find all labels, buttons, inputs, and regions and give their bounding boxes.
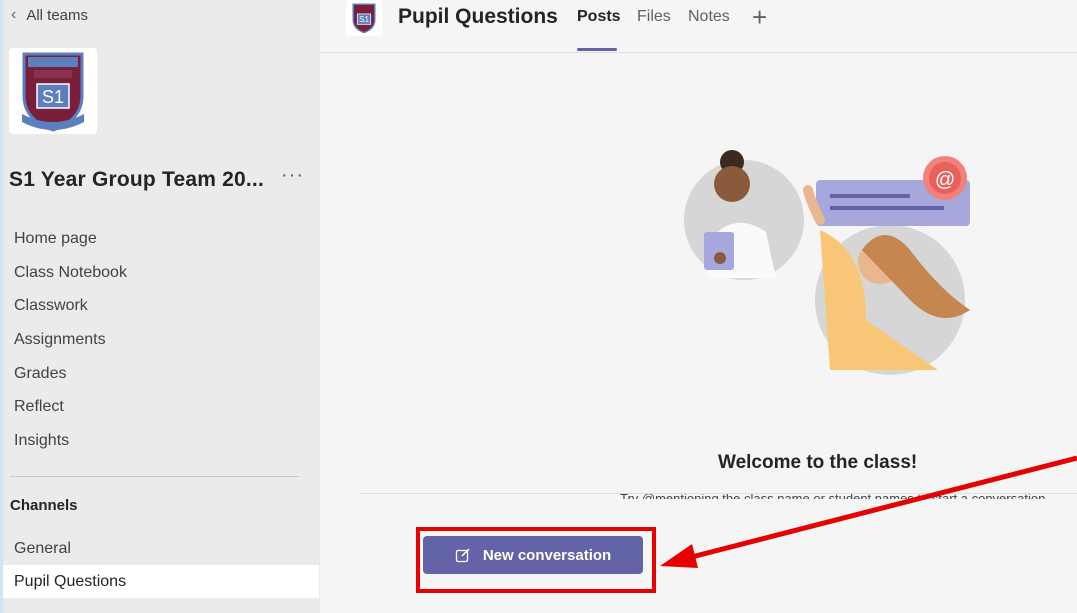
nav-item-assignments[interactable]: Assignments	[3, 329, 319, 363]
tab-files[interactable]: Files	[637, 8, 671, 26]
nav-item-home-page[interactable]: Home page	[3, 228, 319, 262]
nav-item-grades[interactable]: Grades	[3, 363, 319, 397]
channel-main: S1 Pupil Questions Posts Files Notes + @…	[320, 0, 1077, 613]
compose-icon	[455, 548, 470, 563]
all-teams-link[interactable]: ‹ All teams	[11, 6, 88, 24]
nav-item-class-notebook[interactable]: Class Notebook	[3, 262, 319, 296]
channel-logo-text: S1	[359, 15, 369, 24]
channel-header: S1 Pupil Questions Posts Files Notes +	[320, 0, 1077, 53]
channel-item-pupil-questions[interactable]: Pupil Questions	[3, 565, 319, 598]
nav-item-classwork[interactable]: Classwork	[3, 295, 319, 329]
channels-heading: Channels	[10, 497, 78, 514]
channel-item-general[interactable]: General	[3, 532, 319, 565]
team-nav: Home page Class Notebook Classwork Assig…	[3, 228, 319, 464]
sidebar-divider	[10, 476, 299, 477]
all-teams-label: All teams	[26, 6, 89, 24]
welcome-title: Welcome to the class!	[718, 452, 918, 473]
add-tab-button[interactable]: +	[752, 2, 767, 33]
tab-posts[interactable]: Posts	[577, 8, 621, 26]
new-conversation-button[interactable]: New conversation	[423, 536, 643, 574]
new-conversation-label: New conversation	[482, 546, 612, 564]
content-separator	[360, 493, 1077, 494]
at-mention-icon: @	[935, 169, 955, 191]
welcome-illustration: @	[684, 150, 970, 375]
channel-title: Pupil Questions	[398, 5, 558, 28]
team-sidebar: ‹ All teams S1 S1 Year Group Team 20... …	[0, 0, 320, 613]
chevron-left-icon: ‹	[11, 6, 17, 23]
team-logo-text: S1	[42, 87, 64, 107]
team-logo: S1	[9, 48, 97, 134]
tab-notes[interactable]: Notes	[688, 8, 730, 26]
active-tab-indicator	[577, 48, 617, 51]
team-name: S1 Year Group Team 20...	[9, 168, 264, 191]
nav-item-reflect[interactable]: Reflect	[3, 396, 319, 430]
team-more-options-button[interactable]: ···	[281, 164, 304, 187]
nav-item-insights[interactable]: Insights	[3, 430, 319, 464]
channel-logo: S1	[346, 0, 382, 36]
